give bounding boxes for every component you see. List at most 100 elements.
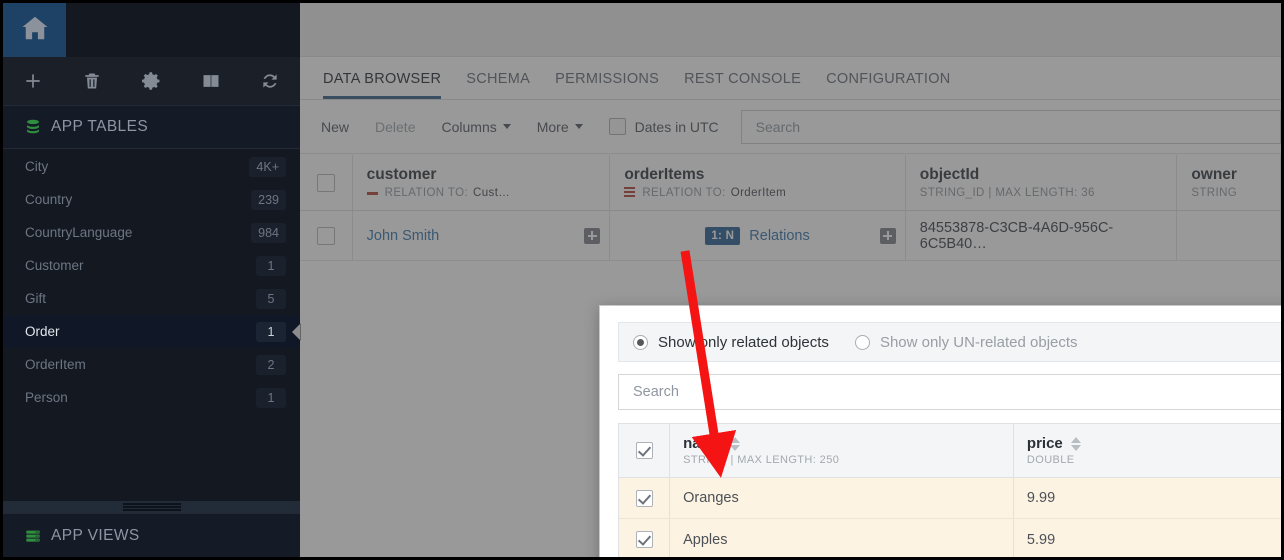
modal-cell-name[interactable]: Apples [670,519,1014,557]
modal-cell-name[interactable]: Oranges [670,478,1014,518]
more-label: More [536,118,569,135]
column-name: orderItems [624,166,705,183]
tab-data-browser[interactable]: DATA BROWSER [323,71,442,99]
relations-link[interactable]: Relations [749,228,809,244]
plus-icon[interactable] [3,57,62,105]
trash-icon[interactable] [62,57,121,105]
more-dropdown[interactable]: More [537,119,583,135]
modal-column-header-price[interactable]: price DOUBLE [1014,424,1281,477]
select-all-checkbox[interactable] [300,155,353,210]
column-type: STRING [1191,187,1238,199]
checkbox-box [608,118,626,135]
price-value: 5.99 [1026,531,1056,548]
table-count: 239 [251,189,286,210]
refresh-icon[interactable] [241,57,300,105]
radio-show-unrelated[interactable]: Show only UN-related objects [854,333,1078,351]
table-count: 5 [256,288,286,309]
book-icon[interactable] [181,57,240,105]
tab-rest-console[interactable]: REST CONSOLE [684,71,801,99]
expand-relation-icon[interactable] [879,227,896,244]
tab-schema[interactable]: SCHEMA [466,71,530,99]
column-name: price [1026,435,1063,452]
sidebar-item-person[interactable]: Person 1 [3,381,300,414]
search-input[interactable]: Search [740,109,1281,144]
app-tables-label: APP TABLES [51,118,149,135]
tab-configuration[interactable]: CONFIGURATION [826,71,950,99]
checkbox-box [635,489,653,507]
checkbox-box [316,226,335,245]
gear-icon[interactable] [122,57,181,105]
cell-customer[interactable]: John Smith [353,211,611,260]
modal-cell-price[interactable]: 5.99 [1014,519,1281,557]
radio-label: Show only related objects [658,333,829,351]
sidebar-item-order[interactable]: Order 1 [3,315,300,348]
modal-row-checkbox[interactable] [619,478,671,518]
delete-button[interactable]: Delete [375,119,415,135]
home-button[interactable] [3,3,66,57]
table-count: 984 [251,222,286,243]
column-header-customer[interactable]: customer RELATION TO: Cust… [353,155,611,210]
app-header-bar: Data Management [300,3,1281,57]
sidebar-item-city[interactable]: City 4K+ [3,150,300,183]
modal-search-input[interactable]: Search [618,374,1281,410]
column-type: RELATION TO: Cust… [366,187,596,199]
radio-show-related[interactable]: Show only related objects [633,334,829,351]
modal-row-checkbox[interactable] [619,519,671,557]
relation-cardinality-badge: 1: N [705,226,741,245]
tab-bar: DATA BROWSER SCHEMA PERMISSIONS REST CON… [300,58,1281,100]
relation-target: Cust… [473,187,511,199]
table-name: CountryLanguage [25,225,133,240]
relation-many-icon [624,187,636,199]
cell-owner[interactable] [1177,211,1281,260]
sidebar-item-orderitem[interactable]: OrderItem 2 [3,348,300,381]
column-name: customer [366,166,437,183]
app-tables-section-header[interactable]: APP TABLES [3,105,300,149]
sidebar-item-countrylanguage[interactable]: CountryLanguage 984 [3,216,300,249]
modal-table-row[interactable]: Apples 5.99 [619,519,1281,557]
column-name-wrap: price [1026,435,1281,452]
expand-relation-icon[interactable] [584,227,601,244]
column-header-owner[interactable]: owner STRING [1177,155,1281,210]
columns-dropdown[interactable]: Columns [441,118,511,135]
tab-permissions[interactable]: PERMISSIONS [555,71,659,99]
data-toolbar: New Delete Columns More Dates in UTC Sea… [300,100,1281,154]
app-views-section-header[interactable]: APP VIEWS [3,513,300,557]
table-row[interactable]: John Smith 1: N Relations 84553878-C3CB-… [300,211,1281,261]
column-type: DOUBLE [1026,454,1075,466]
table-count: 1 [256,321,286,342]
dates-in-utc-label: Dates in UTC [634,118,719,135]
modal-select-all-checkbox[interactable] [619,424,671,477]
column-type: STRING_ID | MAX LENGTH: 36 [919,187,1095,199]
sidebar: APP TABLES City 4K+ Country 239 CountryL… [3,3,300,557]
checkbox-box [635,442,653,459]
table-name: Person [25,390,68,405]
customer-value[interactable]: John Smith [367,228,596,244]
sort-icon[interactable] [730,436,741,451]
columns-label: Columns [441,118,497,135]
modal-table-row[interactable]: Oranges 9.99 [619,478,1281,519]
sort-icon[interactable] [1070,436,1081,451]
sidebar-resize-handle[interactable] [3,501,300,513]
dates-in-utc-checkbox[interactable]: Dates in UTC [608,118,719,135]
modal-cell-price[interactable]: 9.99 [1014,478,1281,518]
sidebar-item-gift[interactable]: Gift 5 [3,282,300,315]
column-name: name [683,435,723,452]
cell-orderitems[interactable]: 1: N Relations [610,211,906,260]
cell-objectid[interactable]: 84553878-C3CB-4A6D-956C-6C5B40… [906,211,1178,260]
chevron-down-icon [574,124,583,129]
price-value: 9.99 [1026,490,1056,506]
radio-label: Show only UN-related objects [879,333,1078,351]
modal-header-row: name STRING | MAX LENGTH: 250 price DOUB… [619,424,1281,478]
column-header-objectid[interactable]: objectId STRING_ID | MAX LENGTH: 36 [906,155,1178,210]
name-value: Oranges [683,490,739,506]
new-button[interactable]: New [321,119,349,135]
modal-column-header-name[interactable]: name STRING | MAX LENGTH: 250 [670,424,1014,477]
column-header-orderitems[interactable]: orderItems RELATION TO: OrderItem [610,155,906,210]
column-type: STRING | MAX LENGTH: 250 [683,454,840,466]
sidebar-item-customer[interactable]: Customer 1 [3,249,300,282]
app-window: APP TABLES City 4K+ Country 239 CountryL… [0,0,1284,560]
objectid-value: 84553878-C3CB-4A6D-956C-6C5B40… [919,219,1114,252]
table-count: 2 [256,354,286,375]
sidebar-item-country[interactable]: Country 239 [3,183,300,216]
row-select-checkbox[interactable] [300,211,353,260]
